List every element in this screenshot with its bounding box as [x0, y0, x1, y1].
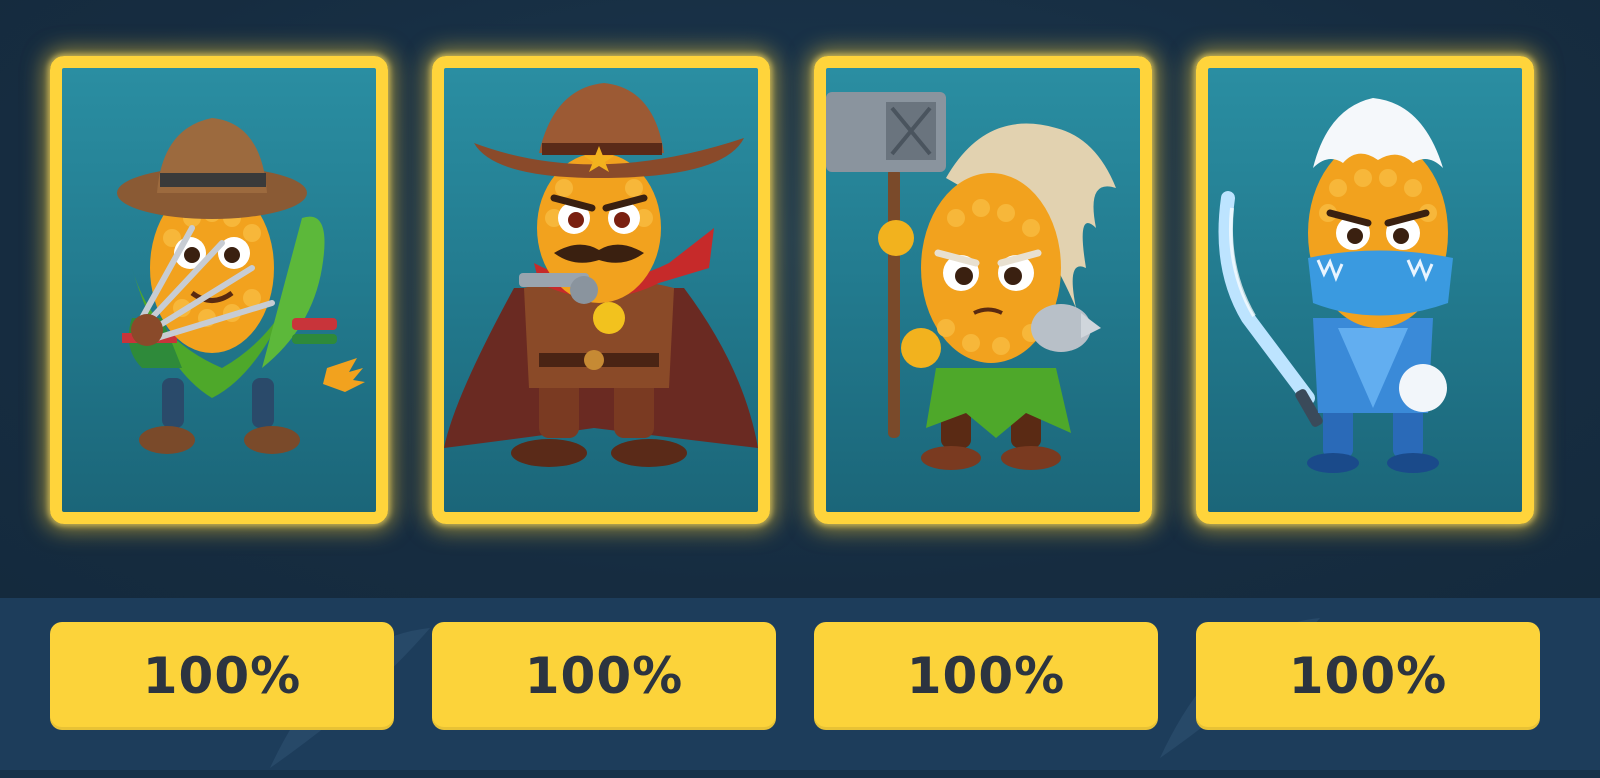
percent-button-ninja-corn[interactable]: 100% — [1196, 622, 1540, 730]
percent-label: 100% — [906, 647, 1066, 705]
percent-label: 100% — [1288, 647, 1448, 705]
corn-claw-villain-icon — [117, 118, 365, 454]
corn-cowboy-icon — [444, 83, 758, 467]
character-card-ninja-corn[interactable] — [1196, 56, 1534, 524]
corn-hammer-warrior-icon — [826, 92, 1116, 470]
percent-button-viking-corn[interactable]: 100% — [814, 622, 1158, 730]
percent-button-cowboy-corn[interactable]: 100% — [432, 622, 776, 730]
corn-ice-ninja-icon — [1218, 98, 1453, 473]
percent-button-claw-corn[interactable]: 100% — [50, 622, 394, 730]
percent-label: 100% — [142, 647, 302, 705]
percent-label: 100% — [524, 647, 684, 705]
character-card-claw-corn[interactable] — [50, 56, 388, 524]
character-card-cowboy-corn[interactable] — [432, 56, 770, 524]
character-card-viking-corn[interactable] — [814, 56, 1152, 524]
